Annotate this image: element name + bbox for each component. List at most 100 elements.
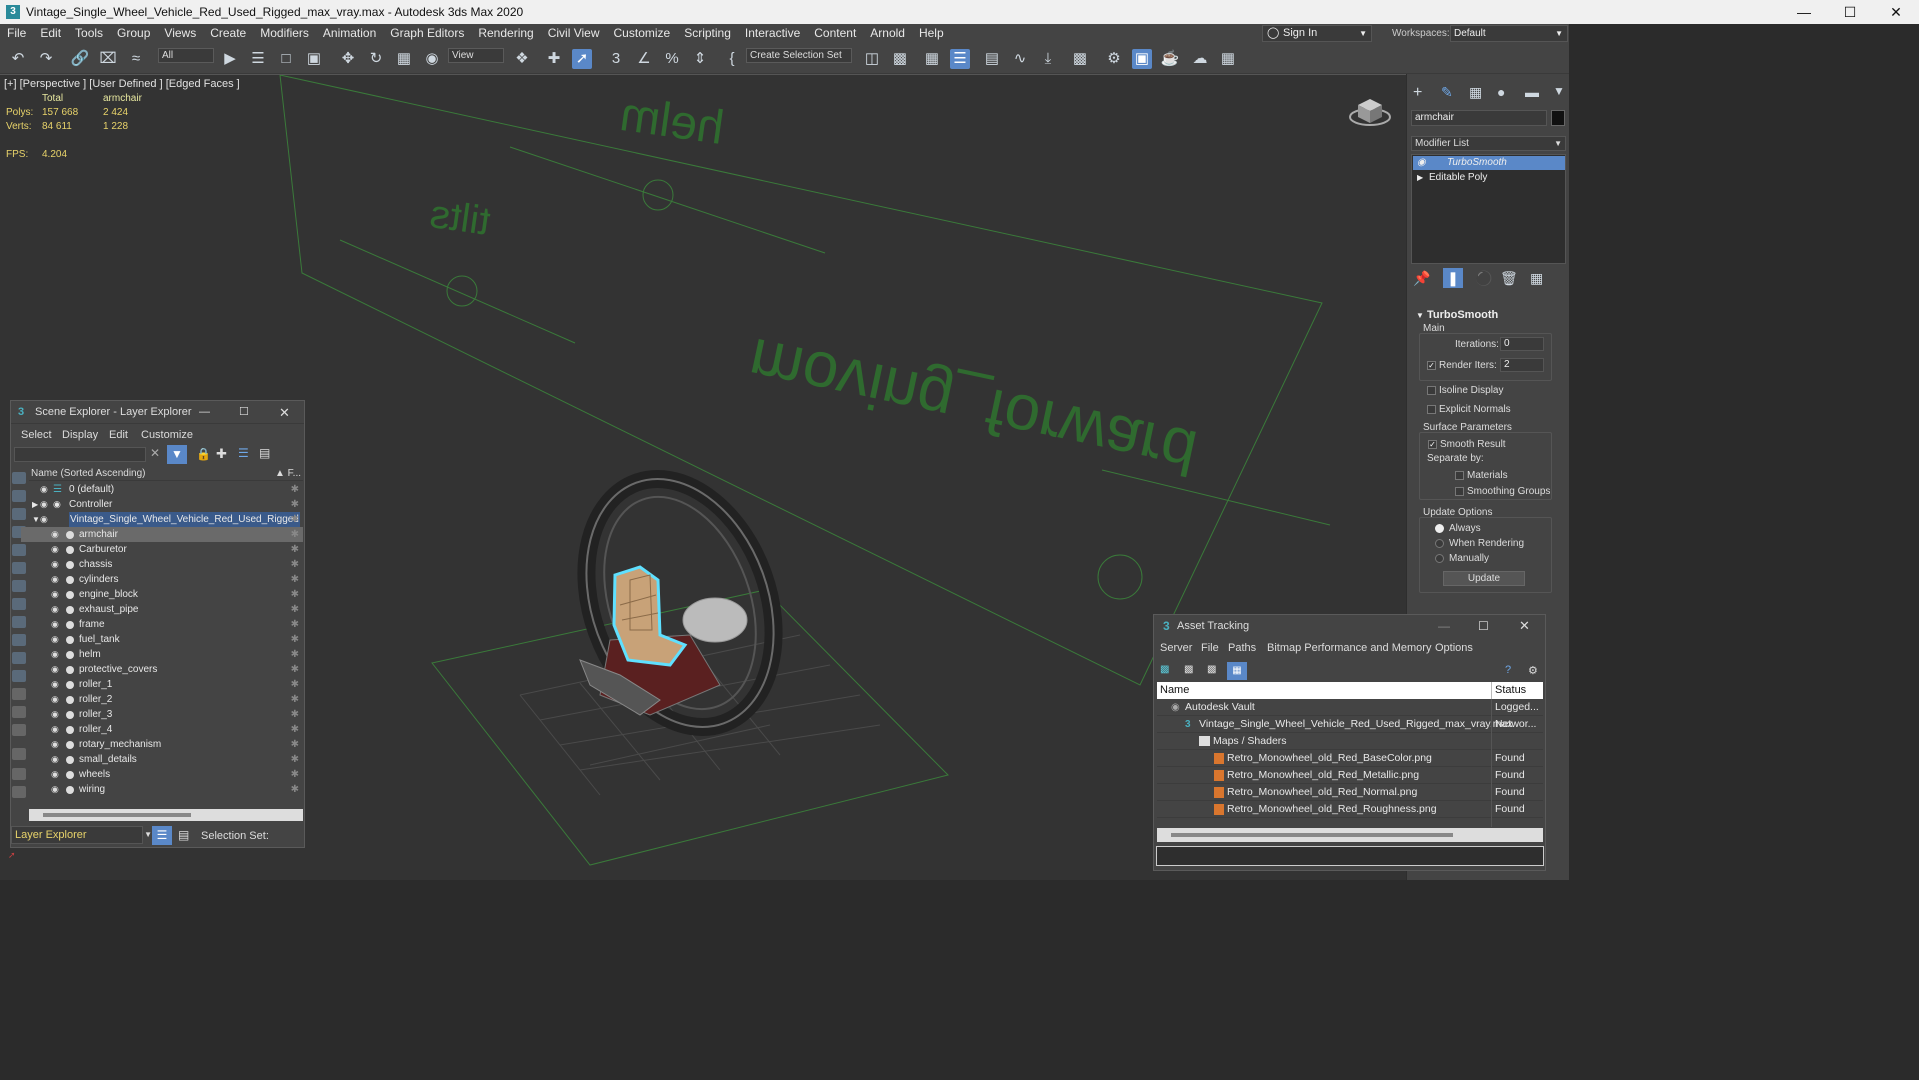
object-name-field[interactable]: armchair xyxy=(1411,110,1547,126)
bind-spacewarp-icon[interactable]: ≈ xyxy=(126,49,146,69)
when-rendering-radio[interactable] xyxy=(1435,539,1444,548)
iterations-spinner[interactable]: 0 xyxy=(1500,337,1544,351)
eye-icon[interactable]: ◉ xyxy=(51,587,59,602)
undo-icon[interactable]: ↶ xyxy=(8,49,28,69)
freeze-icon[interactable]: ✱ xyxy=(291,737,299,752)
freeze-icon[interactable]: ✱ xyxy=(291,602,299,617)
eye-icon[interactable]: ◉ xyxy=(40,512,48,527)
render-iters-spinner[interactable]: 2 xyxy=(1500,358,1544,372)
list-item[interactable]: ◉ roller_3 ✱ xyxy=(21,707,303,722)
close-button[interactable]: ✕ xyxy=(1873,0,1919,24)
maximize-button[interactable]: ☐ xyxy=(1827,0,1873,24)
menu-arnold[interactable]: Arnold xyxy=(863,24,912,43)
freeze-icon[interactable]: ✱ xyxy=(291,767,299,782)
se-menu-select[interactable]: Select xyxy=(21,429,52,441)
eye-icon[interactable]: ◉ xyxy=(51,767,59,782)
status-column-header[interactable]: Status xyxy=(1491,682,1526,699)
ribbon-toggle-icon[interactable]: ▤ xyxy=(982,49,1002,69)
path-field[interactable] xyxy=(1156,846,1544,866)
at-menu-paths[interactable]: Paths xyxy=(1228,642,1256,654)
se-menu-customize[interactable]: Customize xyxy=(141,429,193,441)
filter-icon[interactable]: ▼ xyxy=(167,445,187,464)
menu-content[interactable]: Content xyxy=(807,24,863,43)
render-iters-checkbox[interactable]: ✓ xyxy=(1427,361,1436,370)
render-online-icon[interactable]: ☁ xyxy=(1190,49,1210,69)
help-icon[interactable]: ? xyxy=(1505,664,1511,676)
expand-arrow-icon[interactable]: ▶ xyxy=(32,497,38,512)
menu-customize[interactable]: Customize xyxy=(607,24,678,43)
percent-snap-icon[interactable]: % xyxy=(662,49,682,69)
freeze-icon[interactable]: ✱ xyxy=(291,617,299,632)
list-item[interactable]: ◉ small_details ✱ xyxy=(21,752,303,767)
close-icon[interactable]: ✕ xyxy=(1519,618,1530,634)
list-item[interactable]: ◉ wiring ✱ xyxy=(21,782,303,797)
se-menu-edit[interactable]: Edit xyxy=(109,429,128,441)
eye-icon[interactable]: ◉ xyxy=(51,647,59,662)
menu-interactive[interactable]: Interactive xyxy=(738,24,807,43)
sign-in-dropdown[interactable]: ◯ Sign In ▼ xyxy=(1262,25,1372,42)
manually-radio[interactable] xyxy=(1435,554,1444,563)
remove-modifier-icon[interactable]: 🗑 xyxy=(1500,270,1518,287)
list-item[interactable]: ◉ ☰ 0 (default) ✱ xyxy=(21,482,303,497)
table-row[interactable]: Retro_Monowheel_old_Red_Normal.png Found xyxy=(1157,784,1543,801)
menu-rendering[interactable]: Rendering xyxy=(471,24,540,43)
eye-icon[interactable]: ◉ xyxy=(51,677,59,692)
menu-edit[interactable]: Edit xyxy=(33,24,68,43)
list-item[interactable]: ◉ cylinders ✱ xyxy=(21,572,303,587)
add-to-layer-icon[interactable]: ☰ xyxy=(238,446,249,460)
modifier-turbosmooth[interactable]: ◉ TurboSmooth xyxy=(1413,156,1565,170)
rect-selection-icon[interactable]: □ xyxy=(276,49,296,69)
freeze-icon[interactable]: ✱ xyxy=(291,542,299,557)
freeze-icon[interactable]: ✱ xyxy=(291,647,299,662)
eye-icon[interactable]: ◉ xyxy=(51,557,59,572)
menu-tools[interactable]: Tools xyxy=(68,24,110,43)
workspace-dropdown[interactable]: Default ▼ xyxy=(1450,25,1568,42)
hierarchy-icon[interactable]: ▤ xyxy=(259,446,270,460)
table-row[interactable]: Maps / Shaders xyxy=(1157,733,1543,750)
explicit-normals-checkbox[interactable] xyxy=(1427,405,1436,414)
menu-file[interactable]: File xyxy=(0,24,33,43)
pivot-icon[interactable]: ❖ xyxy=(512,49,532,69)
eye-icon[interactable]: ◉ xyxy=(51,722,59,737)
freeze-icon[interactable]: ✱ xyxy=(291,557,299,572)
se-column-header[interactable]: Name (Sorted Ascending) ▲ F... xyxy=(29,466,303,481)
freeze-icon[interactable]: ✱ xyxy=(291,527,299,542)
layer-visibility-icon[interactable]: ◉ xyxy=(53,497,61,512)
list-item[interactable]: ◉ roller_4 ✱ xyxy=(21,722,303,737)
mirror-icon[interactable]: ◫ xyxy=(862,49,882,69)
layer-mode-icon[interactable]: ☰ xyxy=(152,826,172,845)
collapse-arrow-icon[interactable]: ▼ xyxy=(32,512,40,527)
update-button[interactable]: Update xyxy=(1443,571,1525,586)
create-tab-icon[interactable]: + xyxy=(1413,84,1422,102)
isoline-display-checkbox[interactable] xyxy=(1427,386,1436,395)
list-item[interactable]: ◉ exhaust_pipe ✱ xyxy=(21,602,303,617)
modify-tab-icon[interactable]: ✎ xyxy=(1441,84,1453,101)
frozen-column-header[interactable]: ▲ F... xyxy=(275,466,301,481)
list-item[interactable]: ◉ roller_2 ✱ xyxy=(21,692,303,707)
always-radio[interactable] xyxy=(1435,524,1444,533)
expand-arrow-icon[interactable]: ▶ xyxy=(1417,171,1423,185)
viewport-label[interactable]: [+] [Perspective ] [User Defined ] [Edge… xyxy=(4,78,240,90)
list-item[interactable]: ◉ Carburetor ✱ xyxy=(21,542,303,557)
eye-icon[interactable]: ◉ xyxy=(51,617,59,632)
select-object-icon[interactable]: ▶ xyxy=(220,49,240,69)
eye-icon[interactable]: ◉ xyxy=(51,692,59,707)
modifier-list-dropdown[interactable]: Modifier List ▼ xyxy=(1411,136,1566,151)
eye-icon[interactable]: ◉ xyxy=(51,662,59,677)
scene-explorer-toggle-icon[interactable]: ▦ xyxy=(922,49,942,69)
pin-stack-icon[interactable]: 📌 xyxy=(1413,270,1430,287)
list-item[interactable]: ◉ protective_covers ✱ xyxy=(21,662,303,677)
snap-toggle-icon[interactable]: 3 xyxy=(606,49,626,69)
hierarchy-tab-icon[interactable]: ▦ xyxy=(1469,84,1482,101)
freeze-icon[interactable]: ✱ xyxy=(291,482,299,497)
at-menu-options[interactable]: Options xyxy=(1435,642,1473,654)
at-menu-bitmap-performance[interactable]: Bitmap Performance and Memory xyxy=(1267,642,1431,654)
window-crossing-icon[interactable]: ▣ xyxy=(304,49,324,69)
freeze-icon[interactable]: ✱ xyxy=(291,497,299,512)
move-icon[interactable]: ✥ xyxy=(338,49,358,69)
eye-icon[interactable]: ◉ xyxy=(40,482,48,497)
explorer-type-dropdown[interactable]: Layer Explorer ▼ xyxy=(11,826,152,844)
hierarchy-mode-icon[interactable]: ▤ xyxy=(178,828,189,842)
edit-named-selection-icon[interactable]: { xyxy=(722,49,742,69)
refresh-icon[interactable]: ▩ xyxy=(1160,664,1169,675)
